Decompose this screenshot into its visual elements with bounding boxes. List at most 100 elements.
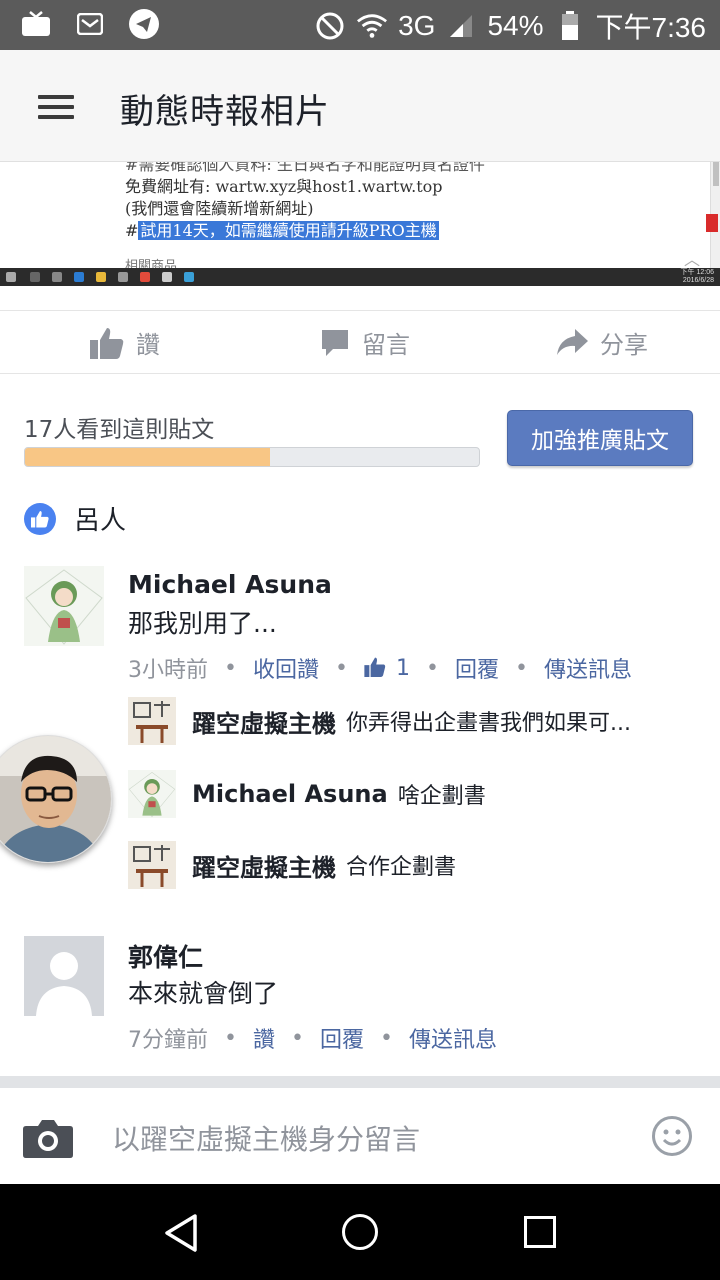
search-icon: [30, 272, 40, 282]
likers-name: 呂人: [74, 506, 127, 536]
share-label: 分享: [600, 331, 648, 359]
edge-icon: [74, 272, 84, 282]
share-icon: [557, 328, 588, 355]
photo-line: 免費網址有: wartw.xyz與host1.wartw.top: [125, 177, 443, 196]
comment-input[interactable]: 以躍空虛擬主機身分留言: [112, 1118, 420, 1158]
store-icon: [118, 272, 128, 282]
photo-clock: 下午 12:06 2016/6/28: [681, 269, 714, 285]
network-type: 3G: [398, 10, 436, 41]
photo-line: (我們還會陸續新增新網址): [125, 199, 314, 218]
share-button[interactable]: 分享: [556, 325, 648, 360]
like-count-value: 1: [395, 655, 410, 681]
folder-icon: [96, 272, 106, 282]
meta-separator: •: [425, 655, 439, 681]
tv-icon: [20, 8, 52, 40]
battery-icon: [554, 10, 586, 42]
home-icon[interactable]: [342, 1214, 378, 1250]
comment-label: 留言: [362, 331, 410, 359]
comment-time: 7分鐘前: [128, 1028, 208, 1053]
task-view-icon: [52, 272, 62, 282]
reply-item[interactable]: Michael Asuna 啥企劃書: [128, 770, 486, 818]
like-label: 讚: [136, 331, 160, 359]
reply-text: 你弄得出企畫書我們如果可...: [346, 711, 631, 736]
comment-text: 本來就會倒了: [128, 979, 279, 1008]
meta-separator: •: [380, 1025, 393, 1051]
thumbs-up-icon: [364, 657, 386, 677]
signal-icon: [445, 10, 477, 42]
comment-author[interactable]: Michael Asuna: [128, 570, 332, 599]
meta-separator: •: [224, 1025, 237, 1051]
chrome-icon: [140, 272, 150, 282]
back-icon[interactable]: [164, 1214, 198, 1256]
reach-count: 17人看到這則貼文: [24, 417, 215, 443]
photo-taskbar: 下午 12:06 2016/6/28: [0, 268, 720, 286]
reply-link[interactable]: 回覆: [320, 1022, 364, 1054]
meta-separator: •: [335, 655, 348, 681]
recent-apps-icon[interactable]: [524, 1216, 556, 1248]
composer-divider: [0, 1076, 720, 1088]
system-nav-bar: [0, 1184, 720, 1280]
status-bar: 3G 54% 下午7:36: [0, 0, 720, 50]
photo-highlight: 試用14天，如需繼續使用請升級PRO主機: [138, 221, 439, 240]
like-button[interactable]: 讚: [90, 325, 160, 360]
camera-icon[interactable]: [22, 1118, 74, 1162]
battery-percent: 54%: [487, 10, 544, 41]
comment-composer: 以躍空虛擬主機身分留言: [0, 1088, 720, 1184]
menu-icon[interactable]: [38, 95, 74, 119]
reply-link[interactable]: 回覆: [455, 652, 499, 684]
mail-icon: [74, 8, 106, 40]
reach-progress-bar: [24, 447, 480, 467]
reach-progress-fill: [25, 448, 271, 466]
reply-avatar[interactable]: [128, 841, 176, 889]
comment-button[interactable]: 留言: [320, 325, 410, 360]
comment-meta: 3小時前 • 收回讚 • 1 • 回覆 • 傳送訊息: [128, 652, 632, 684]
comment-icon: [322, 329, 348, 356]
post-photo[interactable]: #需要確認個人資料: 生日與名字和能證明資名證件 免費網址有: wartw.xy…: [0, 162, 720, 286]
likers-row[interactable]: 呂人: [24, 500, 126, 537]
windows-icon: [6, 272, 16, 282]
send-message-link[interactable]: 傳送訊息: [544, 652, 632, 684]
photo-clock-time: 下午 12:06: [680, 269, 714, 276]
photo-clock-date: 2016/6/28: [682, 277, 714, 284]
thumbs-up-icon: [90, 327, 124, 359]
commenter-avatar[interactable]: [24, 936, 104, 1016]
emoji-icon[interactable]: [652, 1116, 692, 1156]
telegram-icon: [128, 8, 160, 40]
reply-author[interactable]: 躍空虛擬主機: [192, 848, 336, 883]
send-message-link[interactable]: 傳送訊息: [409, 1022, 497, 1054]
post-actions: 讚 留言 分享: [0, 310, 720, 374]
reply-avatar[interactable]: [128, 697, 176, 745]
reply-text: 合作企劃書: [346, 855, 457, 880]
commenter-avatar[interactable]: [24, 566, 104, 646]
telegram-taskbar-icon: [184, 272, 194, 282]
photo-hash: #: [125, 221, 139, 240]
reply-text: 啥企劃書: [397, 784, 486, 809]
comment-time: 3小時前: [128, 658, 208, 683]
like-badge-icon: [24, 502, 56, 535]
meta-separator: •: [514, 655, 528, 681]
meta-separator: •: [224, 655, 237, 681]
chevron-up-icon: ︿: [683, 250, 700, 269]
reply-author[interactable]: Michael Asuna: [192, 780, 388, 808]
app-icon: [162, 272, 172, 282]
meta-separator: •: [291, 1025, 304, 1051]
unlike-link[interactable]: 收回讚: [253, 652, 319, 684]
page-title: 動態時報相片: [120, 92, 330, 132]
reply-avatar[interactable]: [128, 770, 176, 818]
wifi-icon: [356, 10, 388, 42]
reply-item[interactable]: 躍空虛擬主機 合作企劃書: [128, 841, 456, 889]
no-disturb-icon: [314, 10, 346, 42]
boost-post-button[interactable]: 加強推廣貼文: [507, 410, 693, 466]
comment-like-link[interactable]: 讚: [253, 1022, 275, 1054]
reply-author[interactable]: 躍空虛擬主機: [192, 704, 336, 739]
clock-time: 下午7:36: [595, 12, 707, 43]
reply-item[interactable]: 躍空虛擬主機 你弄得出企畫書我們如果可...: [128, 697, 631, 745]
app-header: 動態時報相片: [0, 50, 720, 162]
photo-red-marker: [706, 214, 718, 232]
comment-like-count[interactable]: 1: [364, 656, 410, 681]
chat-head-avatar[interactable]: [0, 735, 112, 863]
comment-text: 那我別用了...: [128, 609, 277, 638]
photo-line: #需要確認個人資料: 生日與名字和能證明資名證件: [125, 162, 485, 174]
comment-author[interactable]: 郭偉仁: [128, 938, 203, 974]
comment-meta: 7分鐘前 • 讚 • 回覆 • 傳送訊息: [128, 1022, 497, 1054]
